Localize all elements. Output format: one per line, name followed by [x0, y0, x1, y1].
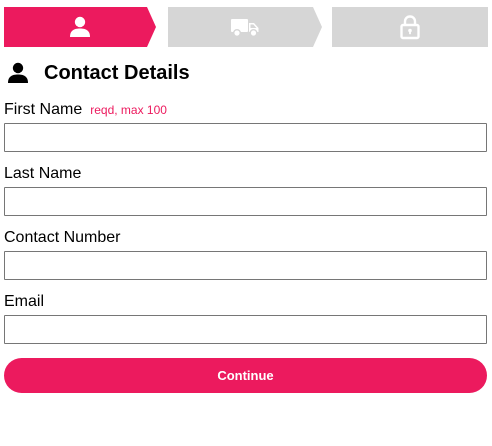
contact-number-input[interactable] [4, 251, 487, 280]
progress-steps [4, 7, 488, 47]
first-name-label: First Name [4, 101, 83, 118]
step-delivery[interactable] [168, 7, 322, 47]
person-icon [70, 16, 90, 37]
first-name-field-group: First Name reqd, max 100 [4, 101, 487, 152]
section-title: Contact Details [44, 61, 190, 84]
first-name-hint: reqd, max 100 [90, 103, 167, 117]
lock-icon [400, 15, 420, 40]
email-input[interactable] [4, 315, 487, 344]
last-name-label: Last Name [4, 165, 82, 182]
first-name-input[interactable] [4, 123, 487, 152]
truck-icon [231, 19, 259, 37]
checkout-page: Contact Details First Name reqd, max 100… [0, 0, 492, 446]
section-header: Contact Details [7, 60, 190, 86]
last-name-field-group: Last Name [4, 165, 487, 216]
step-contact-details[interactable] [4, 7, 156, 47]
step-payment[interactable] [332, 7, 488, 47]
person-icon [8, 62, 28, 83]
email-label: Email [4, 293, 45, 310]
email-field-group: Email [4, 293, 487, 344]
contact-number-field-group: Contact Number [4, 229, 487, 280]
continue-button[interactable]: Continue [4, 358, 487, 393]
contact-number-label: Contact Number [4, 229, 121, 246]
last-name-input[interactable] [4, 187, 487, 216]
